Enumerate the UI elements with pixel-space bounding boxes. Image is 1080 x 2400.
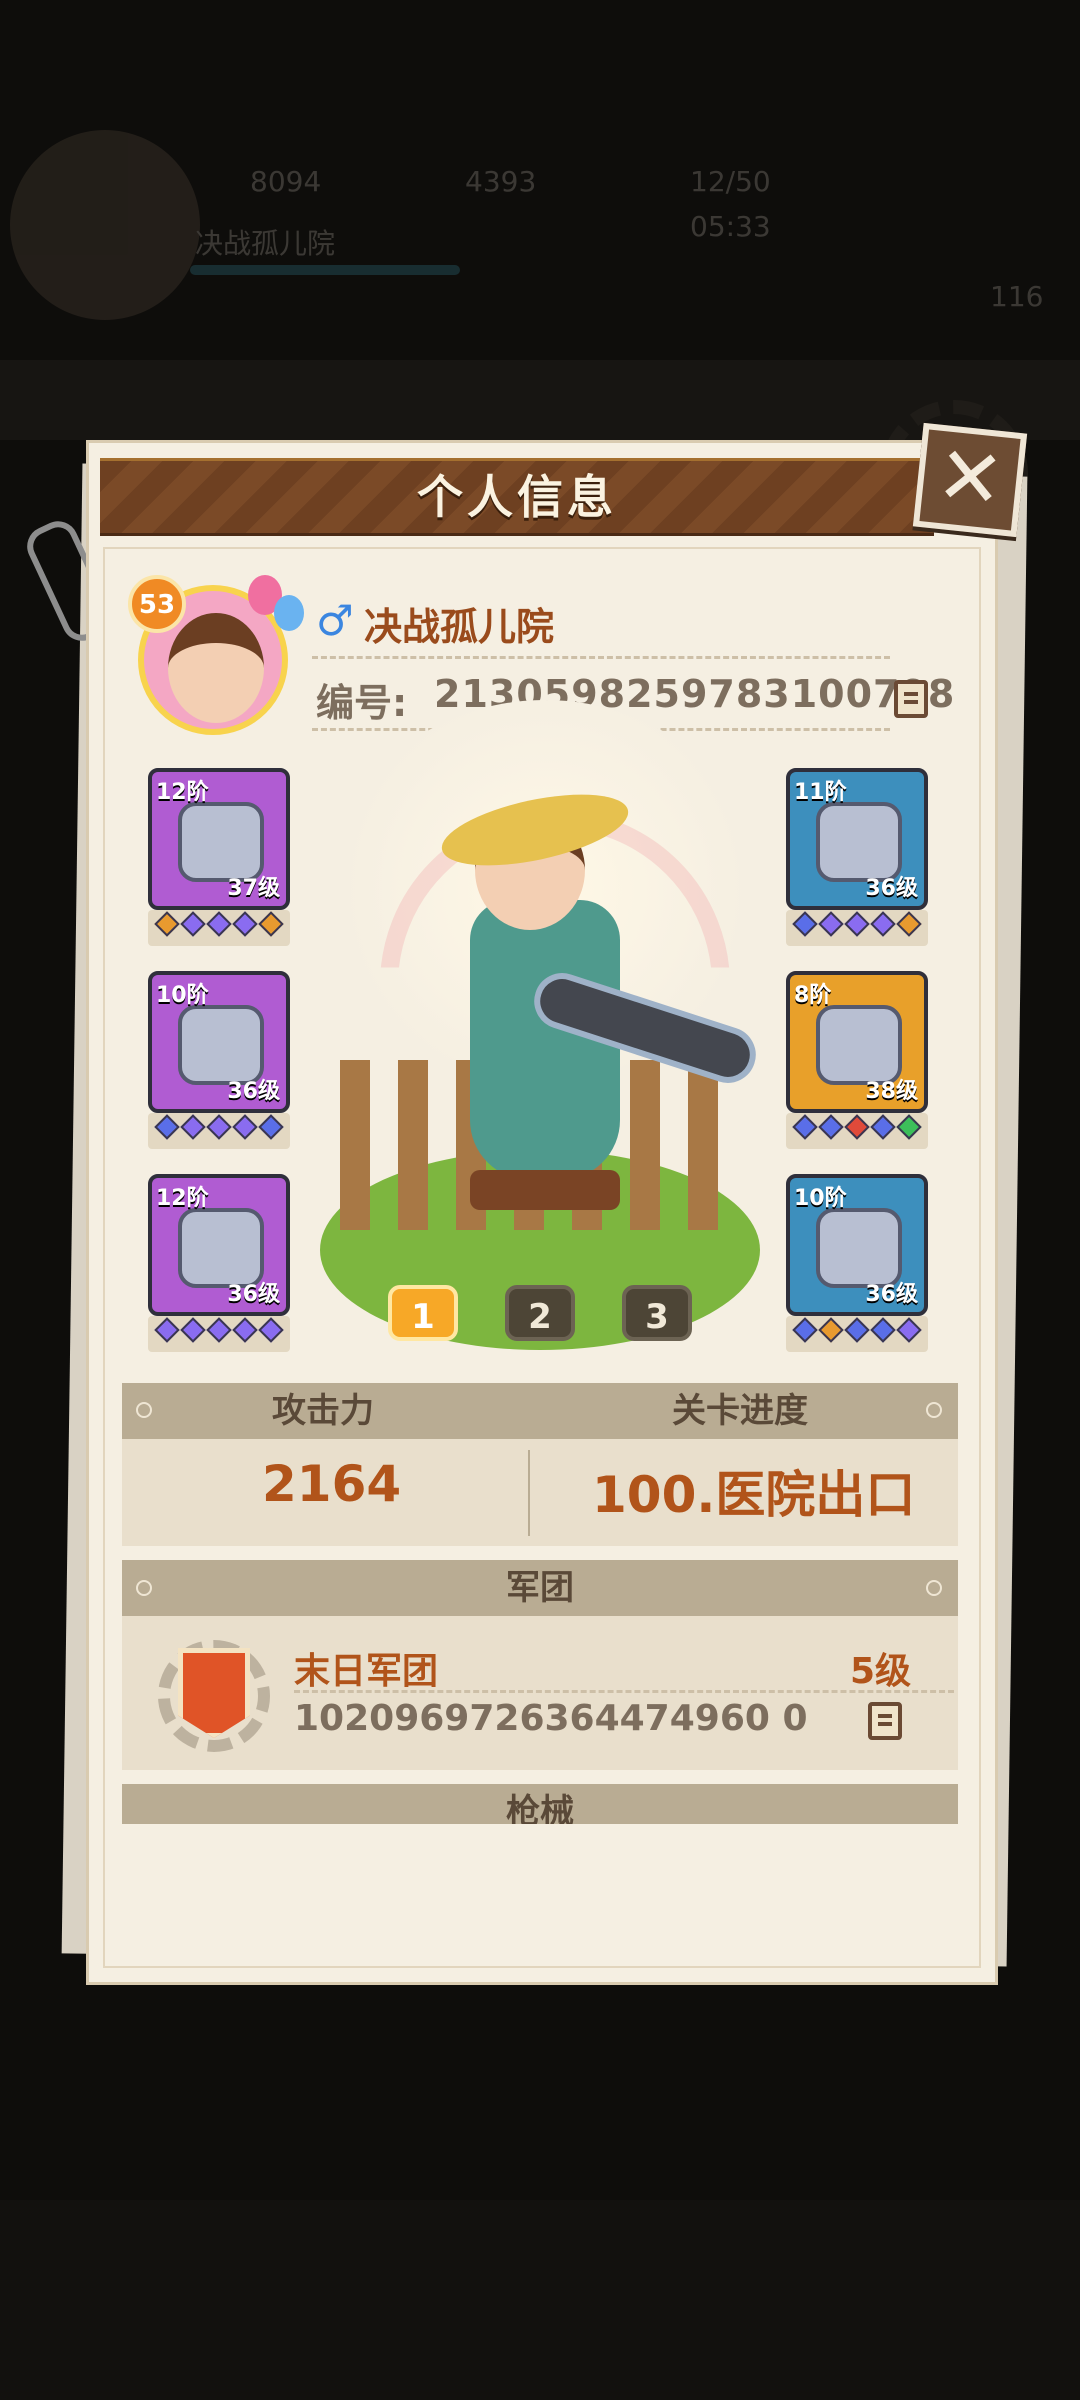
gem-icon (792, 911, 818, 937)
dialog-title-bar: 个人信息 (100, 458, 934, 536)
attack-power-value: 2164 (262, 1455, 402, 1513)
balloon-icon (274, 595, 304, 631)
attack-power-label: 攻击力 (272, 1391, 374, 1431)
gem-icon (792, 1317, 818, 1343)
gem-icon (232, 1114, 258, 1140)
corner-dot (136, 1402, 152, 1418)
gem-icon (818, 911, 844, 937)
gem-row (786, 910, 928, 946)
stage-progress-label: 关卡进度 (672, 1391, 808, 1431)
gem-icon (258, 1317, 284, 1343)
loadout-page-3-button[interactable]: 3 (622, 1285, 692, 1341)
equipment-tier: 10阶 (156, 983, 209, 1008)
gem-icon (180, 1317, 206, 1343)
gem-icon (896, 911, 922, 937)
gem-row (148, 1113, 290, 1149)
equipment-slot-shoulder[interactable]: 11阶 36级 (786, 768, 928, 910)
guild-id: 1020969726364474960 0 (294, 1698, 808, 1739)
background-timer: 05:33 (690, 210, 771, 243)
loadout-page-1-button[interactable]: 1 (388, 1285, 458, 1341)
gem-icon (870, 1114, 896, 1140)
copy-id-icon[interactable] (894, 680, 928, 718)
equipment-slot-gloves[interactable]: 10阶 36级 (786, 1174, 928, 1316)
gem-icon (818, 1317, 844, 1343)
player-level-badge: 53 (128, 575, 186, 633)
gem-icon (844, 911, 870, 937)
equipment-tier: 8阶 (794, 983, 832, 1008)
background-avatar (10, 130, 200, 320)
gem-icon (844, 1317, 870, 1343)
divider (312, 656, 890, 659)
guild-name: 末日军团 (294, 1651, 439, 1692)
gem-icon (792, 1114, 818, 1140)
gem-icon (232, 1317, 258, 1343)
equipment-slot-legs[interactable]: 8阶 38级 (786, 971, 928, 1113)
gem-icon (896, 1114, 922, 1140)
corner-dot (926, 1402, 942, 1418)
gem-icon (844, 1114, 870, 1140)
gem-icon (870, 911, 896, 937)
background-progress-bar (190, 265, 460, 275)
equipment-tier: 10阶 (794, 1186, 847, 1211)
equipment-level: 37级 (227, 876, 280, 901)
guns-section-title: 枪械 (506, 1792, 574, 1824)
equipment-level: 38级 (865, 1079, 918, 1104)
equipment-slot-armor[interactable]: 10阶 36级 (148, 971, 290, 1113)
avatar-portrait (168, 613, 264, 723)
background-stat-1: 8094 (250, 165, 322, 198)
stage-progress-value: 100.医院出口 (592, 1466, 916, 1524)
gem-row (786, 1316, 928, 1352)
background-bottom-nav (0, 2200, 1080, 2400)
gem-icon (154, 1317, 180, 1343)
divider (294, 1690, 954, 1693)
background-stat-3: 12/50 (690, 165, 771, 198)
hero-boots (470, 1170, 620, 1210)
male-gender-icon: ♂ (316, 596, 354, 645)
gem-icon (258, 1114, 284, 1140)
gem-icon (180, 911, 206, 937)
player-name: 决战孤儿院 (364, 605, 555, 649)
copy-guild-id-icon[interactable] (868, 1702, 902, 1740)
dialog-title: 个人信息 (417, 470, 617, 524)
guns-header: 枪械 (122, 1784, 958, 1824)
gem-icon (818, 1114, 844, 1140)
gem-icon (154, 1114, 180, 1140)
gem-icon (870, 1317, 896, 1343)
gem-row (786, 1113, 928, 1149)
gem-icon (180, 1114, 206, 1140)
equipment-level: 36级 (227, 1079, 280, 1104)
close-icon: ✕ (932, 427, 1009, 528)
player-id-label: 编号: (316, 681, 408, 725)
gem-icon (206, 1317, 232, 1343)
gem-icon (154, 911, 180, 937)
equipment-tier: 11阶 (794, 780, 847, 805)
gem-row (148, 1316, 290, 1352)
equipment-tier: 12阶 (156, 780, 209, 805)
guild-section-title: 军团 (506, 1568, 574, 1608)
background-name: 决战孤儿院 (195, 227, 336, 260)
guild-level: 5级 (850, 1651, 912, 1692)
equipment-level: 36级 (865, 1282, 918, 1307)
avatar[interactable]: 53 (128, 575, 304, 745)
gem-icon (896, 1317, 922, 1343)
gem-icon (206, 1114, 232, 1140)
stats-header (122, 1383, 958, 1439)
equipment-level: 36级 (227, 1282, 280, 1307)
stats-divider (528, 1450, 530, 1536)
background-stat-2: 4393 (465, 165, 537, 198)
gem-icon (232, 911, 258, 937)
equipment-slot-helmet[interactable]: 12阶 37级 (148, 768, 290, 910)
background-level: 116 (990, 280, 1044, 313)
loadout-page-2-button[interactable]: 2 (505, 1285, 575, 1341)
close-button[interactable]: ✕ (912, 422, 1028, 538)
gem-row (148, 910, 290, 946)
gem-icon (258, 911, 284, 937)
equipment-level: 36级 (865, 876, 918, 901)
equipment-tier: 12阶 (156, 1186, 209, 1211)
equipment-slot-boots[interactable]: 12阶 36级 (148, 1174, 290, 1316)
gem-icon (206, 911, 232, 937)
